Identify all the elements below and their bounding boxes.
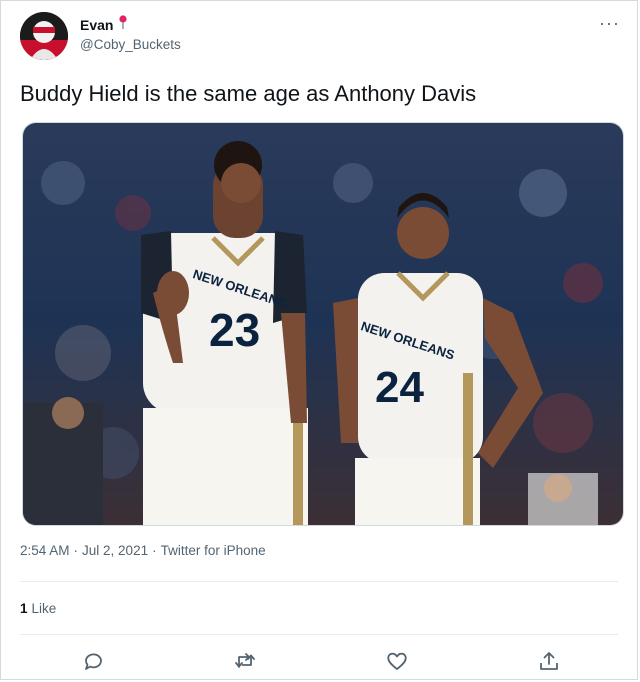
tweet-photo[interactable]: NEW ORLEANS 23 NEW ORLEANS 24 (22, 122, 624, 526)
tweet-date[interactable]: Jul 2, 2021 (82, 543, 148, 558)
meta-separator: · (73, 543, 79, 558)
tweet-meta: 2:54 AM · Jul 2, 2021 · Twitter for iPho… (20, 543, 266, 558)
tweet-card: Evan @Coby_Buckets ··· Buddy Hield is th… (0, 0, 638, 680)
tweet-time[interactable]: 2:54 AM (20, 543, 70, 558)
retweet-icon[interactable] (233, 649, 261, 677)
action-bar (20, 649, 618, 677)
tweet-text: Buddy Hield is the same age as Anthony D… (20, 81, 477, 106)
user-handle[interactable]: @Coby_Buckets (80, 37, 181, 52)
like-count-number: 1 (20, 601, 28, 616)
reply-icon[interactable] (81, 649, 109, 677)
divider (20, 634, 618, 635)
divider (20, 581, 618, 582)
jersey-left-number: 23 (209, 304, 261, 356)
more-options-icon[interactable]: ··· (599, 13, 620, 34)
photo-image (23, 123, 623, 525)
meta-separator: · (152, 543, 157, 558)
tweet-source[interactable]: Twitter for iPhone (161, 543, 266, 558)
avatar[interactable] (20, 12, 68, 60)
like-count-label: Like (31, 601, 57, 616)
likes-count[interactable]: 1 Like (20, 601, 56, 616)
jersey-right-number: 24 (375, 363, 424, 412)
like-icon[interactable] (385, 649, 413, 677)
pin-icon (117, 14, 129, 35)
share-icon[interactable] (537, 649, 565, 677)
display-name[interactable]: Evan (80, 17, 113, 33)
